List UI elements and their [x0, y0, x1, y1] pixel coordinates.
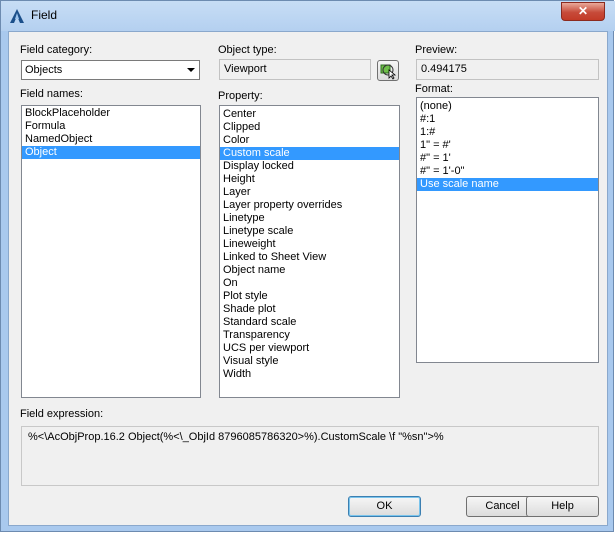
field-category-label: Field category:	[20, 44, 93, 56]
property-item[interactable]: Lineweight	[220, 238, 399, 251]
preview-field: 0.494175	[416, 59, 599, 80]
property-item[interactable]: Center	[220, 108, 399, 121]
property-item[interactable]: Clipped	[220, 121, 399, 134]
property-listbox[interactable]: Center Clipped Color Custom scale Display lo…	[219, 105, 400, 398]
format-listbox[interactable]: (none) #:1 1:# 1" = #' #" = 1' #" = 1'-0" Use …	[416, 97, 599, 363]
property-item[interactable]: Shade plot	[220, 303, 399, 316]
field-names-item[interactable]: BlockPlaceholder	[22, 107, 200, 120]
close-button[interactable]: ✕	[561, 2, 605, 21]
property-item[interactable]: Linetype scale	[220, 225, 399, 238]
title-bar[interactable]: Field ✕	[1, 1, 615, 31]
property-item[interactable]: Color	[220, 134, 399, 147]
preview-value: 0.494175	[421, 63, 467, 75]
format-item[interactable]: 1" = #'	[417, 139, 598, 152]
chevron-down-icon	[187, 68, 195, 72]
property-item[interactable]: Layer	[220, 186, 399, 199]
object-type-value: Viewport	[224, 63, 267, 75]
property-item[interactable]: Object name	[220, 264, 399, 277]
preview-label: Preview:	[415, 44, 458, 56]
field-category-dropdown[interactable]: Objects	[21, 60, 200, 80]
property-item[interactable]: Display locked	[220, 160, 399, 173]
field-expression-value: %<\AcObjProp.16.2 Object(%<\_ObjId 87960…	[28, 431, 444, 443]
format-item[interactable]: (none)	[417, 100, 598, 113]
select-object-icon	[380, 64, 397, 80]
format-item[interactable]: #" = 1'	[417, 152, 598, 165]
help-button[interactable]: Help	[526, 496, 599, 517]
object-type-label: Object type:	[218, 44, 277, 56]
property-item[interactable]: Visual style	[220, 355, 399, 368]
property-item[interactable]: Width	[220, 368, 399, 381]
format-item[interactable]: Use scale name	[417, 178, 598, 191]
ok-button[interactable]: OK	[348, 496, 421, 517]
field-names-label: Field names:	[20, 88, 83, 100]
format-item[interactable]: #:1	[417, 113, 598, 126]
property-item[interactable]: Layer property overrides	[220, 199, 399, 212]
format-item[interactable]: #" = 1'-0"	[417, 165, 598, 178]
field-names-item[interactable]: Formula	[22, 120, 200, 133]
property-item[interactable]: Plot style	[220, 290, 399, 303]
property-item[interactable]: UCS per viewport	[220, 342, 399, 355]
property-label: Property:	[218, 90, 263, 102]
property-item[interactable]: Standard scale	[220, 316, 399, 329]
field-expression-box[interactable]: %<\AcObjProp.16.2 Object(%<\_ObjId 87960…	[21, 426, 599, 486]
field-category-value: Objects	[25, 64, 63, 76]
property-item[interactable]: On	[220, 277, 399, 290]
property-item[interactable]: Custom scale	[220, 147, 399, 160]
field-names-item[interactable]: NamedObject	[22, 133, 200, 146]
dialog-body: Field category: Objects Object type: Vie…	[8, 31, 608, 526]
format-label: Format:	[415, 83, 453, 95]
autocad-app-icon	[10, 9, 24, 23]
select-object-button[interactable]	[377, 60, 399, 81]
format-item[interactable]: 1:#	[417, 126, 598, 139]
field-dialog: Field ✕ Field category: Objects Object t…	[0, 0, 615, 532]
field-names-item[interactable]: Object	[22, 146, 200, 159]
window-title: Field	[31, 8, 58, 22]
property-item[interactable]: Linetype	[220, 212, 399, 225]
field-names-listbox[interactable]: BlockPlaceholder Formula NamedObject Object	[21, 105, 201, 398]
property-item[interactable]: Height	[220, 173, 399, 186]
field-expression-label: Field expression:	[20, 408, 104, 420]
property-item[interactable]: Transparency	[220, 329, 399, 342]
object-type-field: Viewport	[219, 59, 371, 80]
property-item[interactable]: Linked to Sheet View	[220, 251, 399, 264]
